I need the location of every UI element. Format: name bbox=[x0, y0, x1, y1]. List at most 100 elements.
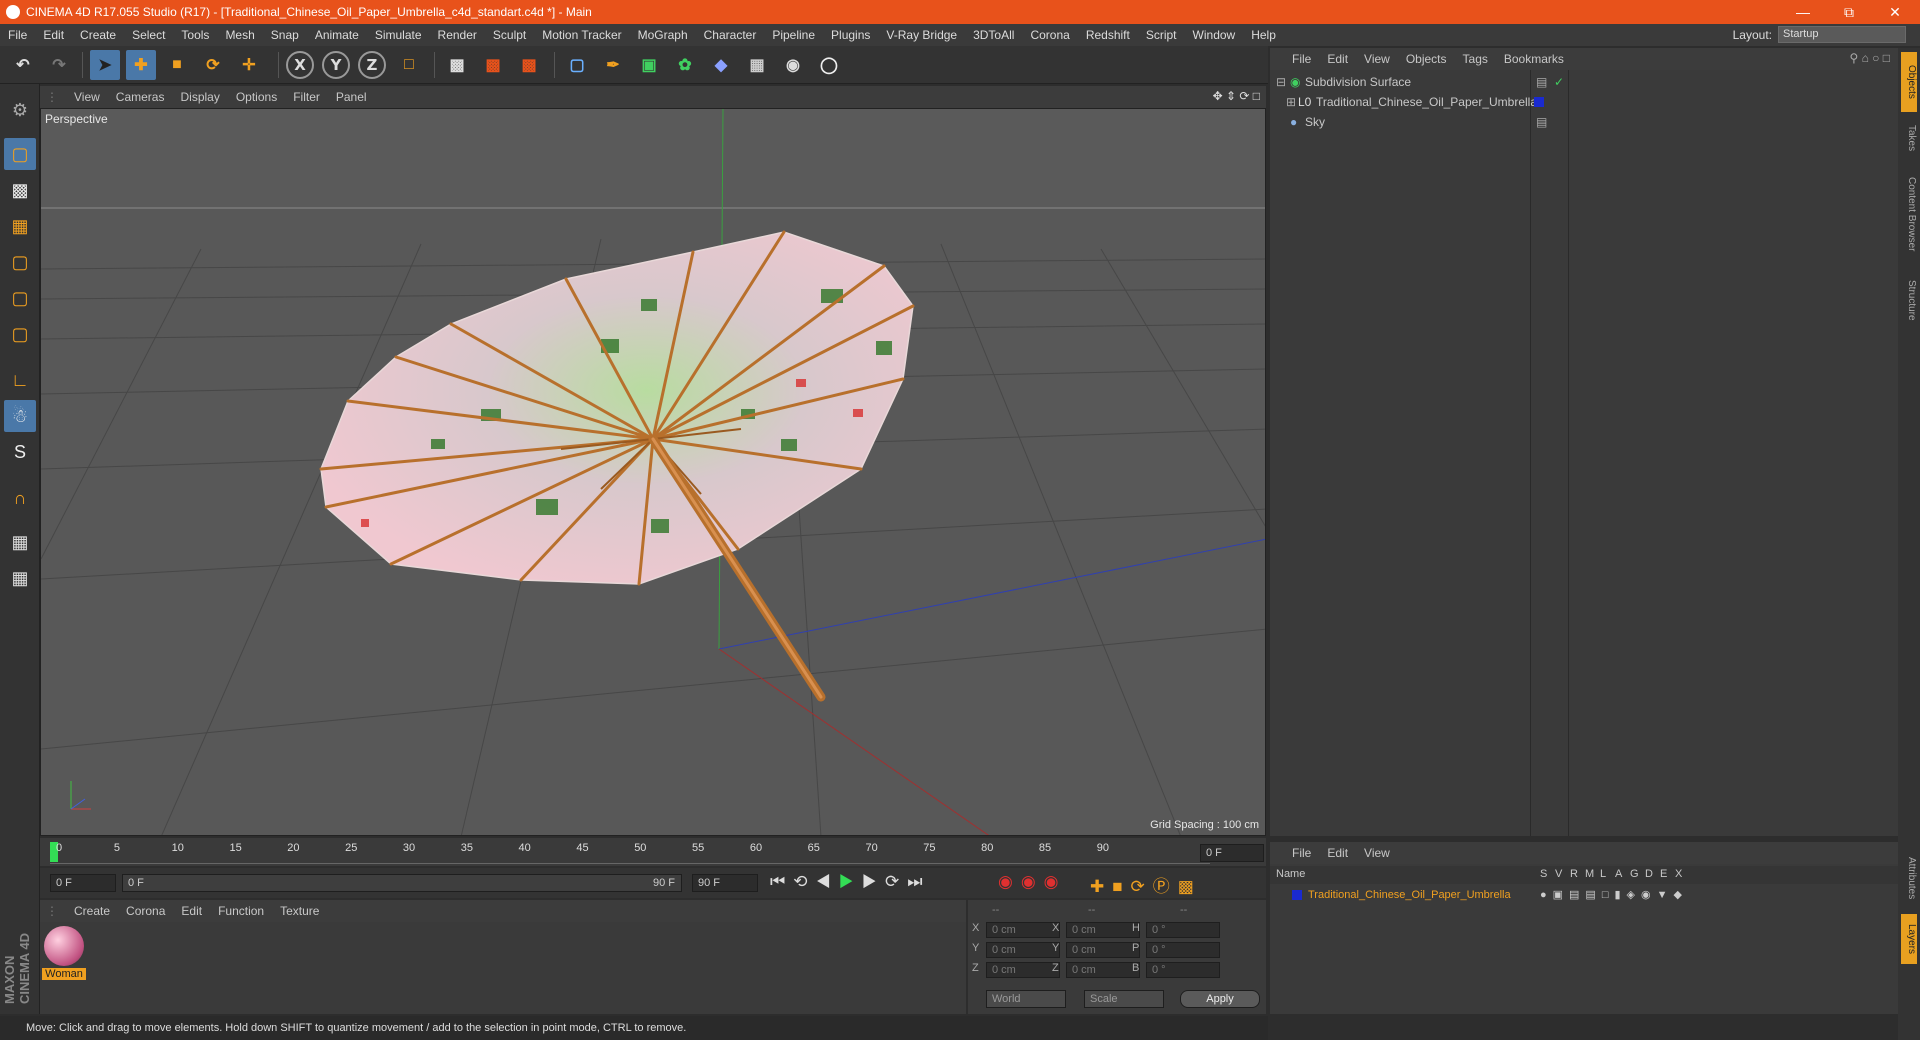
workplane-mode-icon[interactable]: ▦ bbox=[4, 210, 36, 242]
render-to-picture-viewer-icon[interactable]: ▩ bbox=[514, 50, 544, 80]
layer-color-icon[interactable] bbox=[1534, 97, 1544, 107]
object-row-umbrella[interactable]: ⊞ L0 Traditional_Chinese_Oil_Paper_Umbre… bbox=[1270, 92, 1898, 112]
record-buttons[interactable]: ◉◉◉ bbox=[998, 872, 1067, 892]
menu-snap[interactable]: Snap bbox=[263, 28, 307, 42]
menu-animate[interactable]: Animate bbox=[307, 28, 367, 42]
coord-field[interactable]: 0 ° bbox=[1146, 962, 1220, 978]
menu-motion-tracker[interactable]: Motion Tracker bbox=[534, 28, 629, 42]
material-item[interactable]: Woman bbox=[42, 926, 86, 986]
coordinate-system-icon[interactable]: □ bbox=[394, 50, 424, 80]
layer-toggle-icons[interactable]: ●▣▤▤□▮◈◉▼◆ bbox=[1540, 886, 1688, 904]
vp-menu-view[interactable]: View bbox=[66, 90, 108, 104]
layer-row[interactable]: Traditional_Chinese_Oil_Paper_Umbrella ●… bbox=[1270, 886, 1898, 904]
perspective-viewport[interactable]: Perspective Grid Spacing : 100 cm bbox=[40, 108, 1266, 836]
playback-buttons[interactable]: ⏮⟲◀▶▶⟳⏭ bbox=[770, 872, 931, 892]
viewport-nav-icons[interactable]: ✥ ⇕ ⟳ □ bbox=[1213, 89, 1260, 103]
z-axis-lock-icon[interactable]: Z bbox=[358, 51, 386, 79]
menu-redshift[interactable]: Redshift bbox=[1078, 28, 1138, 42]
mat-menu-texture[interactable]: Texture bbox=[272, 904, 327, 918]
make-editable-icon[interactable]: ⚙ bbox=[4, 94, 36, 126]
polygons-mode-icon[interactable]: ▢ bbox=[4, 318, 36, 350]
mat-menu-function[interactable]: Function bbox=[210, 904, 272, 918]
layout-select[interactable]: Startup bbox=[1778, 26, 1906, 43]
object-row-sky[interactable]: ● Sky ▤ bbox=[1270, 112, 1898, 132]
coord-field[interactable]: 0 cm bbox=[986, 942, 1060, 958]
restore-icon[interactable]: ⧉ bbox=[1826, 0, 1872, 24]
menu-edit[interactable]: Edit bbox=[35, 28, 72, 42]
coord-field[interactable]: 0 ° bbox=[1146, 942, 1220, 958]
layer-menu-file[interactable]: File bbox=[1284, 846, 1319, 860]
tab-attributes[interactable]: Attributes bbox=[1901, 848, 1917, 908]
menu-window[interactable]: Window bbox=[1185, 28, 1244, 42]
minimize-icon[interactable]: — bbox=[1780, 0, 1826, 24]
undo-icon[interactable]: ↶ bbox=[8, 50, 38, 80]
tab-layers[interactable]: Layers bbox=[1901, 914, 1917, 964]
start-frame-field[interactable]: 0 F bbox=[50, 874, 116, 892]
mat-menu-create[interactable]: Create bbox=[66, 904, 118, 918]
vp-menu-panel[interactable]: Panel bbox=[328, 90, 375, 104]
tab-structure[interactable]: Structure bbox=[1901, 270, 1917, 330]
axis-mode-icon[interactable]: ∟ bbox=[4, 364, 36, 396]
obj-menu-objects[interactable]: Objects bbox=[1398, 52, 1455, 66]
y-axis-lock-icon[interactable]: Y bbox=[322, 51, 350, 79]
select-arrow-icon[interactable]: ➤ bbox=[90, 50, 120, 80]
tweak-mode-icon[interactable]: ☃ bbox=[4, 400, 36, 432]
camera-icon[interactable]: ◉ bbox=[778, 50, 808, 80]
tab-objects[interactable]: Objects bbox=[1901, 52, 1917, 112]
menu-mesh[interactable]: Mesh bbox=[217, 28, 262, 42]
menu-3dtoall[interactable]: 3DToAll bbox=[965, 28, 1022, 42]
workplane-lock-icon[interactable]: ▦ bbox=[4, 526, 36, 558]
menu-create[interactable]: Create bbox=[72, 28, 124, 42]
menu-select[interactable]: Select bbox=[124, 28, 173, 42]
render-view-icon[interactable]: ▩ bbox=[442, 50, 472, 80]
range-slider[interactable]: 0 F 90 F bbox=[122, 874, 682, 892]
menu-plugins[interactable]: Plugins bbox=[823, 28, 878, 42]
apply-button[interactable]: Apply bbox=[1180, 990, 1260, 1008]
scale-icon[interactable]: ■ bbox=[162, 50, 192, 80]
vp-menu-cameras[interactable]: Cameras bbox=[108, 90, 173, 104]
timeline-ruler[interactable]: 0 5 10 15 20 25 30 35 40 45 50 55 60 65 70 75 80 85 90 0 F bbox=[40, 838, 1266, 866]
scale-select[interactable]: Scale bbox=[1084, 990, 1164, 1008]
end-frame-field[interactable]: 90 F bbox=[692, 874, 758, 892]
render-region-icon[interactable]: ▩ bbox=[478, 50, 508, 80]
vp-menu-display[interactable]: Display bbox=[172, 90, 227, 104]
enabled-check-icon[interactable]: ✓ bbox=[1554, 72, 1564, 92]
deformer-icon[interactable]: ◆ bbox=[706, 50, 736, 80]
world-select[interactable]: World bbox=[986, 990, 1066, 1008]
object-row-subdivision[interactable]: ⊟ ◉ Subdivision Surface ▤ ✓ bbox=[1270, 72, 1898, 92]
coord-field[interactable]: 0 cm bbox=[986, 962, 1060, 978]
menu-sculpt[interactable]: Sculpt bbox=[485, 28, 534, 42]
current-frame-field[interactable]: 0 F bbox=[1200, 844, 1264, 862]
tab-content-browser[interactable]: Content Browser bbox=[1901, 164, 1917, 264]
edges-mode-icon[interactable]: ▢ bbox=[4, 282, 36, 314]
move-icon[interactable]: ✚ bbox=[126, 50, 156, 80]
obj-search-home-icons[interactable]: ⚲ ⌂ ○ □ bbox=[1849, 51, 1890, 65]
x-axis-lock-icon[interactable]: X bbox=[286, 51, 314, 79]
key-mode-buttons[interactable]: ✚■⟳Ⓟ▩ bbox=[1090, 872, 1202, 897]
edit-render-toggle-icon[interactable]: ▤ bbox=[1536, 72, 1547, 92]
rotate-icon[interactable]: ⟳ bbox=[198, 50, 228, 80]
live-selection-icon[interactable]: ✛ bbox=[234, 50, 264, 80]
redo-icon[interactable]: ↷ bbox=[44, 50, 74, 80]
layer-menu-view[interactable]: View bbox=[1356, 846, 1398, 860]
edit-render-toggle-icon[interactable]: ▤ bbox=[1536, 112, 1547, 132]
cube-icon[interactable]: ▢ bbox=[562, 50, 592, 80]
menu-corona[interactable]: Corona bbox=[1022, 28, 1077, 42]
coord-field[interactable]: 0 cm bbox=[1066, 962, 1140, 978]
cloner-icon[interactable]: ✿ bbox=[670, 50, 700, 80]
menu-simulate[interactable]: Simulate bbox=[367, 28, 430, 42]
mat-menu-corona[interactable]: Corona bbox=[118, 904, 173, 918]
menu-render[interactable]: Render bbox=[430, 28, 485, 42]
menu-mograph[interactable]: MoGraph bbox=[630, 28, 696, 42]
vp-menu-filter[interactable]: Filter bbox=[285, 90, 328, 104]
obj-menu-file[interactable]: File bbox=[1284, 52, 1319, 66]
coord-field[interactable]: 0 cm bbox=[986, 922, 1060, 938]
obj-menu-tags[interactable]: Tags bbox=[1455, 52, 1496, 66]
tab-takes[interactable]: Takes bbox=[1901, 118, 1917, 158]
menu-script[interactable]: Script bbox=[1138, 28, 1185, 42]
solo-mode-icon[interactable]: S bbox=[4, 436, 36, 468]
close-icon[interactable]: ✕ bbox=[1872, 0, 1918, 24]
planar-workplane-icon[interactable]: ▦ bbox=[4, 562, 36, 594]
menu-pipeline[interactable]: Pipeline bbox=[764, 28, 823, 42]
obj-menu-view[interactable]: View bbox=[1356, 52, 1398, 66]
